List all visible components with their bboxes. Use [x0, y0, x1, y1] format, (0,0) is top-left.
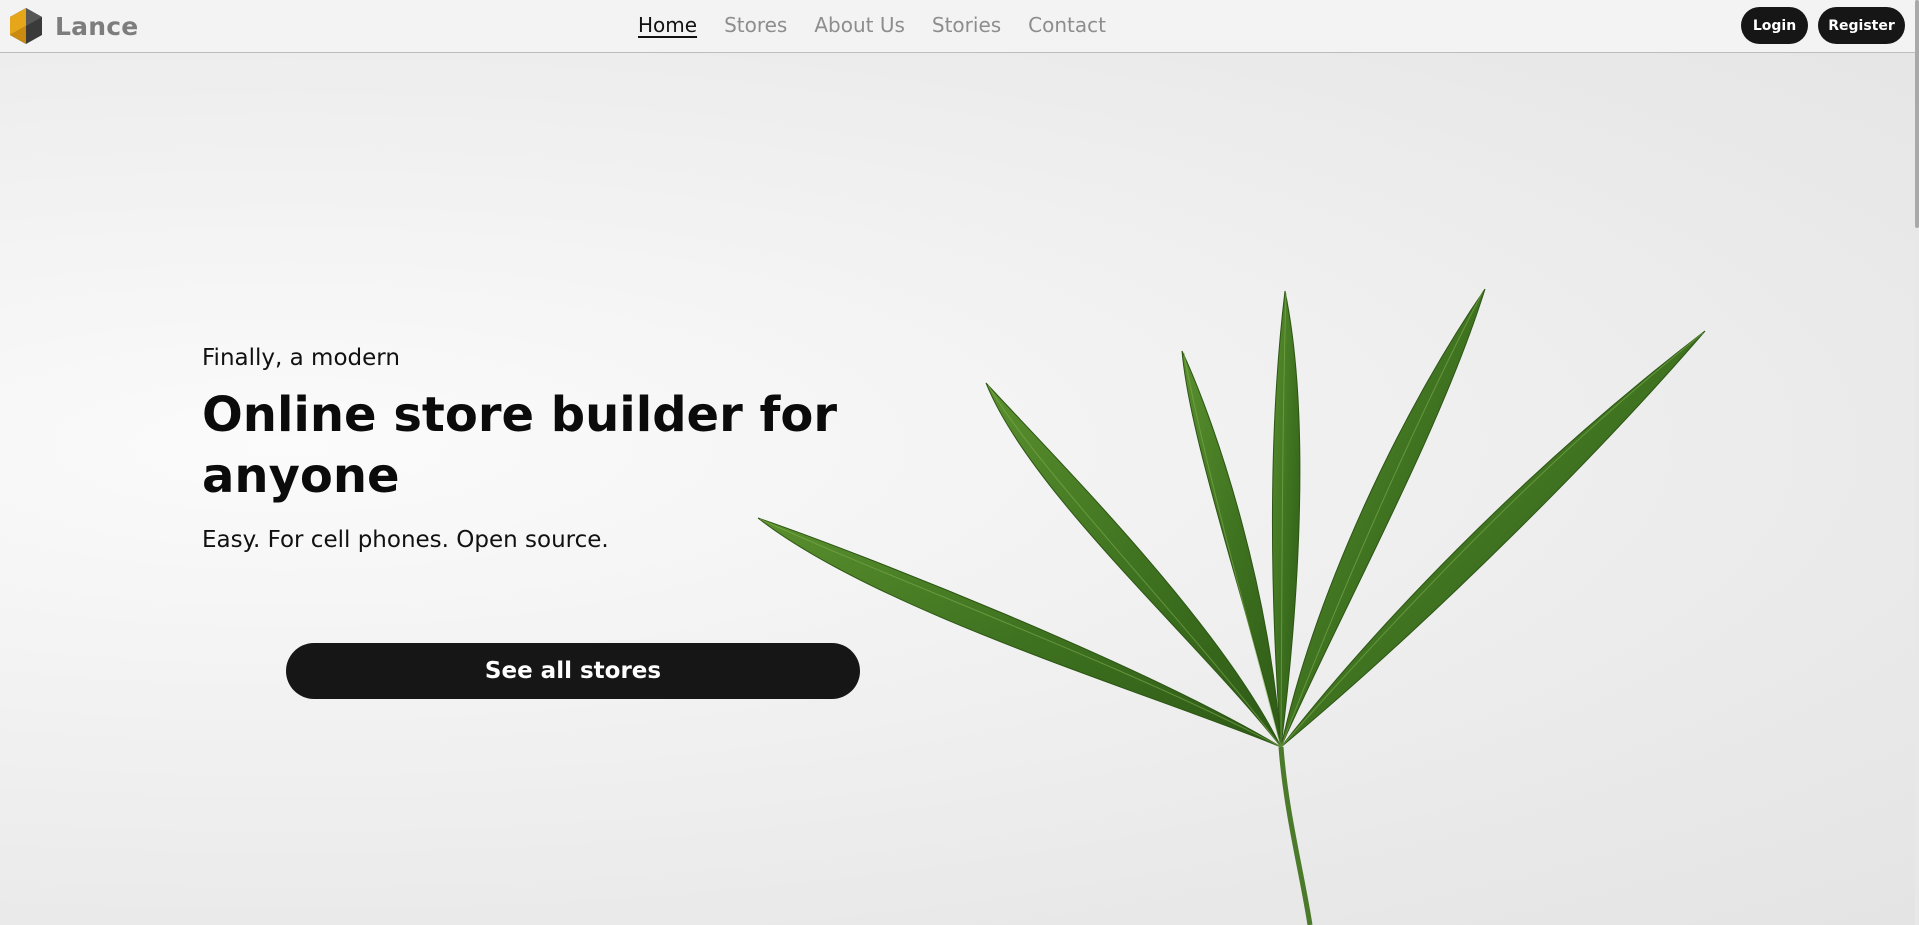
register-button[interactable]: Register	[1818, 7, 1905, 44]
see-all-stores-button[interactable]: See all stores	[286, 643, 860, 699]
main-nav: Home Stores About Us Stories Contact	[638, 11, 1133, 39]
nav-about-us[interactable]: About Us	[814, 11, 905, 39]
hero-subheadline: Easy. For cell phones. Open source.	[202, 527, 609, 553]
hero-text: Finally, a modern Online store builder f…	[202, 343, 842, 555]
scrollbar-thumb[interactable]	[1915, 0, 1919, 228]
brand-name: Lance	[55, 11, 139, 41]
nav-stores[interactable]: Stores	[724, 11, 787, 39]
top-navbar: Lance Home Stores About Us Stories Conta…	[0, 0, 1915, 53]
brand[interactable]: Lance	[8, 4, 138, 48]
nav-contact[interactable]: Contact	[1028, 11, 1106, 39]
hero-headline: Online store builder for anyone	[202, 387, 838, 504]
nav-home[interactable]: Home	[638, 11, 697, 39]
auth-buttons: Login Register	[1741, 7, 1905, 44]
lance-logo-icon	[8, 6, 44, 46]
page-scrollbar[interactable]	[1915, 0, 1919, 925]
hero-kicker: Finally, a modern	[202, 345, 400, 371]
nav-stories[interactable]: Stories	[932, 11, 1001, 39]
login-button[interactable]: Login	[1741, 7, 1808, 44]
hero-section: Finally, a modern Online store builder f…	[0, 53, 1915, 925]
